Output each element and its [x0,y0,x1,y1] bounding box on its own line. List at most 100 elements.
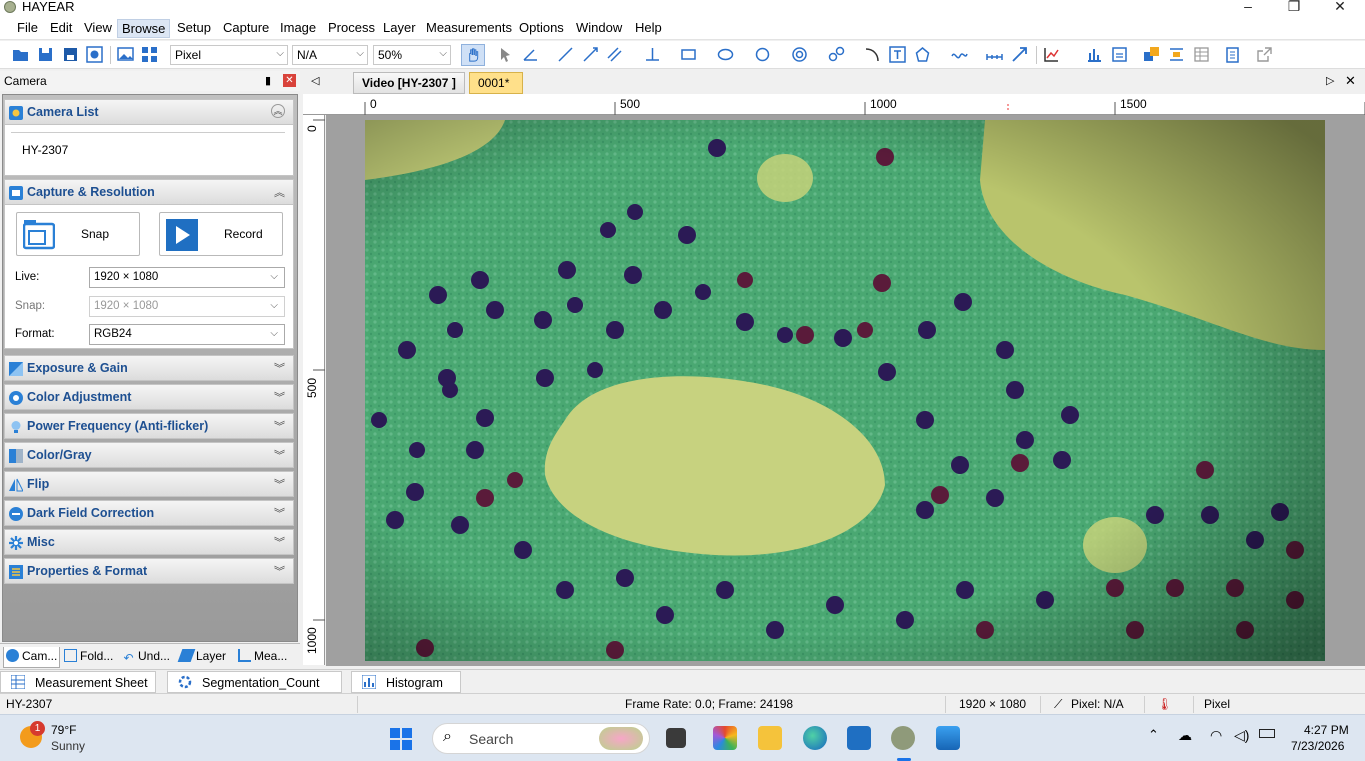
menu-image[interactable]: Image [276,19,320,38]
text-tool-icon[interactable] [889,46,906,63]
angle-icon[interactable] [522,46,539,63]
menu-window[interactable]: Window [572,19,626,38]
menu-layer[interactable]: Layer [379,19,420,38]
tab-scroll-left-icon[interactable]: ◁ [311,74,319,87]
microscope-image[interactable] [365,120,1325,661]
camera-device-item[interactable]: HY-2307 [22,143,68,157]
layer-icon[interactable] [1143,46,1160,63]
image-browse-icon[interactable] [117,46,134,63]
tab-video[interactable]: Video [HY-2307 ] [353,72,465,94]
windows-start-icon[interactable] [389,727,413,751]
format-select[interactable]: RGB24 ⌵ [89,324,285,345]
menu-options[interactable]: Options [515,19,568,38]
clock-time[interactable]: 4:27 PM [1304,723,1349,737]
file-explorer-icon[interactable] [758,726,782,750]
spreadsheet-icon[interactable] [1193,46,1210,63]
arrow-line-icon[interactable] [582,46,599,63]
ellipse-icon[interactable] [717,46,734,63]
tab-segmentation-count[interactable]: Segmentation_Count [167,671,342,693]
tab-folder[interactable]: Fold... [62,647,115,668]
tab-undo[interactable]: ↶ Und... [120,647,172,668]
zoom-select[interactable]: 50% ⌵ [373,45,451,65]
perpendicular-icon[interactable] [644,46,661,63]
store-icon[interactable] [847,726,871,750]
concentric-circle-icon[interactable] [791,46,808,63]
tab-histogram[interactable]: Histogram [351,671,461,693]
calibration-icon[interactable] [1043,46,1060,63]
section-power-frequency[interactable]: Power Frequency (Anti-flicker) ︾ [4,413,294,439]
minimize-button[interactable]: – [1225,0,1271,15]
record-button[interactable]: Record [159,212,283,256]
cloud-off-icon[interactable]: ☁ [1178,727,1192,744]
section-flip[interactable]: Flip ︾ [4,471,294,497]
section-color-gray[interactable]: Color/Gray ︾ [4,442,294,468]
polygon-icon[interactable] [914,46,931,63]
wifi-icon[interactable]: ◠ [1210,727,1222,744]
menu-help[interactable]: Help [631,19,666,38]
section-properties-format[interactable]: Properties & Format ︾ [4,558,294,584]
scale-bar-icon[interactable] [986,46,1003,63]
snap-button[interactable]: Snap [16,212,140,256]
arrow-icon[interactable] [1011,46,1028,63]
section-camera-list[interactable]: Camera List ︽ [4,99,294,125]
arc-icon[interactable] [864,46,881,63]
chevron-down-icon[interactable]: ︾ [274,447,285,463]
chevron-up-icon[interactable]: ︽ [274,184,285,200]
circle-icon[interactable] [754,46,771,63]
m365-icon[interactable] [713,726,737,750]
curve-icon[interactable] [951,46,968,63]
measure-select[interactable]: N/A ⌵ [292,45,368,65]
chevron-down-icon[interactable]: ︾ [274,563,285,579]
rectangle-icon[interactable] [680,46,697,63]
open-folder-icon[interactable] [12,46,29,63]
tab-measurement[interactable]: Mea... [236,647,289,668]
parallel-lines-icon[interactable] [606,46,623,63]
chevron-down-icon[interactable]: ︾ [274,505,285,521]
pointer-icon[interactable] [497,46,514,63]
measurement-chart-icon[interactable] [1086,46,1103,63]
menu-view[interactable]: View [80,19,116,38]
panel-close-icon[interactable]: ✕ [283,74,296,87]
pin-icon[interactable]: ▮ [265,74,271,87]
chevron-down-icon[interactable]: ︾ [274,389,285,405]
tab-layer[interactable]: Layer [177,647,228,668]
photos-icon[interactable] [936,726,960,750]
section-capture-resolution[interactable]: Capture & Resolution ︽ [4,179,294,205]
live-resolution-select[interactable]: 1920 × 1080 ⌵ [89,267,285,288]
battery-icon[interactable] [1259,729,1275,738]
chevron-down-icon[interactable]: ︾ [274,476,285,492]
save-icon[interactable] [37,46,54,63]
taskbar-search[interactable]: ⌕ Search [432,723,650,754]
chevron-down-icon[interactable]: ︾ [274,534,285,550]
section-dark-field[interactable]: Dark Field Correction ︾ [4,500,294,526]
tab-measurement-sheet[interactable]: Measurement Sheet [0,671,156,693]
clock-date[interactable]: 7/23/2026 [1291,739,1344,753]
menu-browse[interactable]: Browse [117,19,171,38]
menu-measurements[interactable]: Measurements [422,19,516,38]
tab-camera[interactable]: Cam... [3,647,61,668]
chevron-up-icon[interactable]: ⌃ [1148,727,1159,743]
menu-edit[interactable]: Edit [46,19,76,38]
section-misc[interactable]: Misc ︾ [4,529,294,555]
clipboard-icon[interactable] [1224,46,1241,63]
section-exposure-gain[interactable]: Exposure & Gain ︾ [4,355,294,381]
menu-setup[interactable]: Setup [173,19,215,38]
menu-file[interactable]: File [13,19,42,38]
export-sheet-icon[interactable] [1111,46,1128,63]
task-view-icon[interactable] [666,728,686,748]
chevron-down-icon[interactable]: ︾ [274,360,285,376]
tab-image-0001[interactable]: 0001* [469,72,523,94]
thumbnail-grid-icon[interactable] [141,46,158,63]
tab-scroll-right-icon[interactable]: ▷ [1326,74,1334,87]
edge-icon[interactable] [803,726,827,750]
circle-distance-icon[interactable] [828,46,845,63]
save-as-icon[interactable] [62,46,79,63]
popout-icon[interactable] [1256,46,1273,63]
collapse-icon[interactable]: ︽ [271,104,285,118]
camera-icon[interactable] [86,46,103,63]
menu-process[interactable]: Process [324,19,379,38]
menu-capture[interactable]: Capture [219,19,273,38]
hand-tool-button[interactable] [461,44,485,66]
line-icon[interactable] [557,46,574,63]
close-button[interactable]: ✕ [1317,0,1363,15]
